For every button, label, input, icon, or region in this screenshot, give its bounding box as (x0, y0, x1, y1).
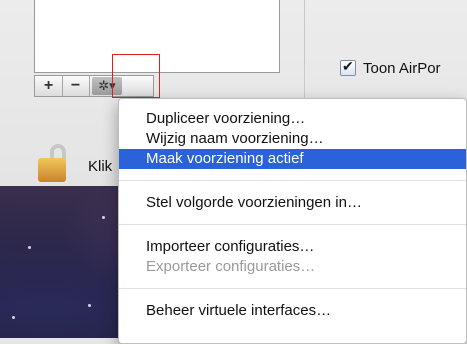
add-button[interactable]: + (35, 76, 63, 96)
highlight-annotation (112, 54, 160, 98)
remove-button[interactable]: − (62, 76, 90, 96)
menu-item-duplicate[interactable]: Dupliceer voorziening… (119, 109, 466, 129)
lock-text: Klik (88, 158, 113, 175)
gear-context-menu: Dupliceer voorziening… Wijzig naam voorz… (118, 98, 467, 344)
menu-separator (119, 224, 466, 225)
divider (304, 0, 305, 100)
menu-separator (119, 180, 466, 181)
menu-separator (119, 288, 466, 289)
airport-checkbox[interactable] (340, 58, 356, 76)
menu-item-import[interactable]: Importeer configuraties… (119, 237, 466, 257)
menu-item-export: Exporteer configuraties… (146, 258, 316, 275)
airport-checkbox-label: Toon AirPor (363, 59, 441, 77)
lock-icon[interactable] (38, 144, 72, 184)
menu-item-make-active[interactable]: Maak voorziening actief (119, 149, 466, 169)
airport-checkbox-row[interactable]: Toon AirPor (340, 58, 441, 78)
menu-item-rename[interactable]: Wijzig naam voorziening… (119, 129, 466, 149)
menu-item-set-order[interactable]: Stel volgorde voorzieningen in… (119, 193, 466, 213)
menu-item-manage-virtual[interactable]: Beheer virtuele interfaces… (119, 301, 466, 321)
